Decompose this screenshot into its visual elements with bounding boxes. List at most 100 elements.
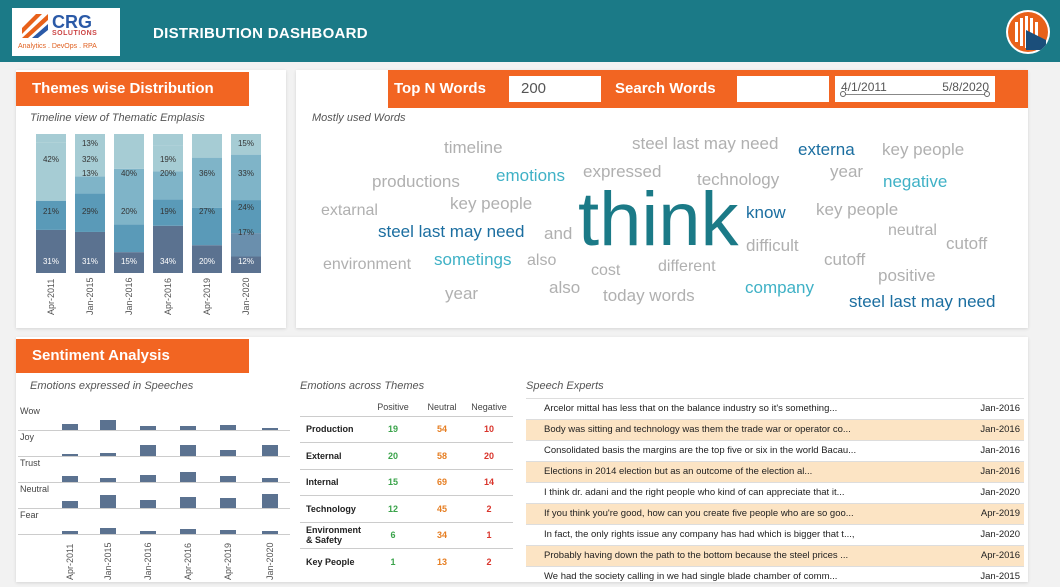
- segment-value-label: 27%: [199, 207, 215, 216]
- emotion-bar[interactable]: [262, 477, 278, 482]
- search-words-input[interactable]: [737, 76, 829, 102]
- speech-excerpt: Body was sitting and technology was them…: [544, 424, 851, 435]
- speech-row[interactable]: Elections in 2014 election but as an out…: [526, 461, 1024, 482]
- table-row[interactable]: Key People 1 13 2: [300, 548, 514, 575]
- speech-date: Jan-2015: [980, 571, 1020, 582]
- stacked-bar-segment[interactable]: [114, 134, 144, 169]
- date-slider-end-handle[interactable]: [984, 91, 990, 97]
- stacked-bar-segment[interactable]: [36, 134, 66, 143]
- emotion-bar[interactable]: [62, 476, 78, 482]
- emotion-bar[interactable]: [180, 496, 196, 508]
- word-cloud-term[interactable]: also: [549, 278, 580, 298]
- emotion-bar[interactable]: [140, 444, 156, 456]
- word-cloud-term[interactable]: steel last may need: [378, 222, 524, 242]
- neutral-count: 45: [419, 495, 466, 522]
- emotion-bar[interactable]: [220, 498, 236, 508]
- word-cloud-term[interactable]: extarnal: [321, 202, 378, 220]
- word-cloud-term[interactable]: think: [578, 182, 739, 258]
- word-cloud-term[interactable]: timeline: [444, 138, 503, 158]
- speech-row[interactable]: If you think you're good, how can you cr…: [526, 503, 1024, 524]
- table-header-row: Positive Neutral Negative: [300, 398, 513, 416]
- stacked-bar-segment[interactable]: [153, 134, 183, 146]
- emotion-bar[interactable]: [140, 499, 156, 508]
- table-row[interactable]: Environment & Safety 6 34 1: [300, 521, 514, 549]
- speech-row[interactable]: In fact, the only rights issue any compa…: [526, 524, 1024, 545]
- word-cloud-term[interactable]: sometings: [434, 250, 511, 270]
- emotion-bar[interactable]: [220, 476, 236, 482]
- word-cloud-term[interactable]: neutral: [888, 222, 937, 240]
- emotion-bar[interactable]: [180, 444, 196, 456]
- stacked-bar-segment[interactable]: [36, 142, 66, 201]
- emotion-bar[interactable]: [220, 529, 236, 534]
- table-row[interactable]: Internal 15 69 14: [300, 468, 514, 496]
- word-cloud-term[interactable]: cutoff: [824, 250, 865, 270]
- emotion-bar[interactable]: [62, 424, 78, 430]
- table-row[interactable]: Technology 12 45 2: [300, 495, 514, 522]
- word-cloud-term[interactable]: and: [544, 224, 572, 244]
- word-cloud-term[interactable]: company: [745, 278, 814, 298]
- word-cloud-term[interactable]: different: [658, 258, 716, 276]
- word-cloud-term[interactable]: key people: [816, 200, 898, 220]
- date-slider-track[interactable]: [843, 94, 987, 95]
- emotion-bar[interactable]: [220, 425, 236, 430]
- emotion-bar[interactable]: [140, 425, 156, 430]
- word-cloud-term[interactable]: cutoff: [946, 234, 987, 254]
- word-cloud-term[interactable]: negative: [883, 172, 947, 192]
- stacked-bar-segment[interactable]: [75, 176, 105, 194]
- stacked-bar-segment[interactable]: [192, 157, 222, 208]
- date-range-slider[interactable]: 4/1/2011 5/8/2020: [835, 76, 995, 102]
- word-cloud-term[interactable]: steel last may need: [849, 292, 995, 312]
- period-axis-label: Jan-2016: [143, 542, 153, 580]
- word-cloud-term[interactable]: steel last may need: [632, 134, 778, 154]
- emotion-bar[interactable]: [220, 450, 236, 456]
- speech-row[interactable]: Arcelor mittal has less that on the bala…: [526, 398, 1024, 419]
- emotion-bar[interactable]: [100, 495, 116, 508]
- word-cloud-term[interactable]: also: [527, 252, 556, 270]
- stacked-bar-segment[interactable]: [36, 229, 66, 273]
- stacked-bar-segment[interactable]: [114, 224, 144, 253]
- emotion-bar[interactable]: [262, 428, 278, 430]
- word-cloud-term[interactable]: year: [830, 162, 863, 182]
- word-cloud-term[interactable]: productions: [372, 172, 460, 192]
- emotion-bar[interactable]: [100, 420, 116, 430]
- word-cloud-term[interactable]: emotions: [496, 166, 565, 186]
- word-cloud-term[interactable]: know: [746, 203, 786, 223]
- date-slider-start-handle[interactable]: [840, 91, 846, 97]
- emotion-bar[interactable]: [100, 528, 116, 534]
- emotion-bar[interactable]: [100, 477, 116, 482]
- table-row[interactable]: Production 19 54 10: [300, 415, 514, 443]
- emotion-bar[interactable]: [100, 453, 116, 456]
- stacked-bar-segment[interactable]: [75, 231, 105, 273]
- speech-row[interactable]: Consolidated basis the margins are the t…: [526, 440, 1024, 461]
- emotion-bar[interactable]: [180, 425, 196, 430]
- brand-emblem-icon[interactable]: [1006, 10, 1050, 54]
- speech-excerpt: If you think you're good, how can you cr…: [544, 508, 854, 519]
- table-row[interactable]: External 20 58 20: [300, 442, 514, 469]
- emotion-bar[interactable]: [180, 472, 196, 482]
- word-cloud-term[interactable]: positive: [878, 266, 936, 286]
- top-n-input[interactable]: 200: [509, 76, 601, 102]
- word-cloud-term[interactable]: cost: [591, 262, 620, 280]
- word-cloud-term[interactable]: year: [445, 284, 478, 304]
- emotion-bar[interactable]: [140, 531, 156, 534]
- word-cloud-term[interactable]: today words: [603, 286, 695, 306]
- word-cloud-term[interactable]: key people: [882, 140, 964, 160]
- emotion-bar[interactable]: [62, 454, 78, 456]
- emotion-bar[interactable]: [62, 531, 78, 534]
- emotion-bar[interactable]: [262, 444, 278, 456]
- speech-row[interactable]: I think dr. adani and the right people w…: [526, 482, 1024, 503]
- category-tick-label: Jan-2015: [85, 277, 95, 315]
- speech-row[interactable]: Probably having down the path to the bot…: [526, 545, 1024, 566]
- word-cloud-term[interactable]: difficult: [746, 236, 799, 256]
- speech-row[interactable]: Body was sitting and technology was them…: [526, 419, 1024, 440]
- word-cloud-term[interactable]: environment: [323, 256, 411, 274]
- speech-row[interactable]: We had the society calling in we had sin…: [526, 566, 1024, 587]
- word-cloud-term[interactable]: externa: [798, 140, 855, 160]
- emotion-bar[interactable]: [262, 531, 278, 534]
- stacked-bar-segment[interactable]: [192, 134, 222, 158]
- emotion-bar[interactable]: [62, 501, 78, 508]
- emotion-bar[interactable]: [262, 494, 278, 508]
- emotion-bar[interactable]: [180, 529, 196, 534]
- word-cloud-term[interactable]: key people: [450, 194, 532, 214]
- emotion-bar[interactable]: [140, 475, 156, 482]
